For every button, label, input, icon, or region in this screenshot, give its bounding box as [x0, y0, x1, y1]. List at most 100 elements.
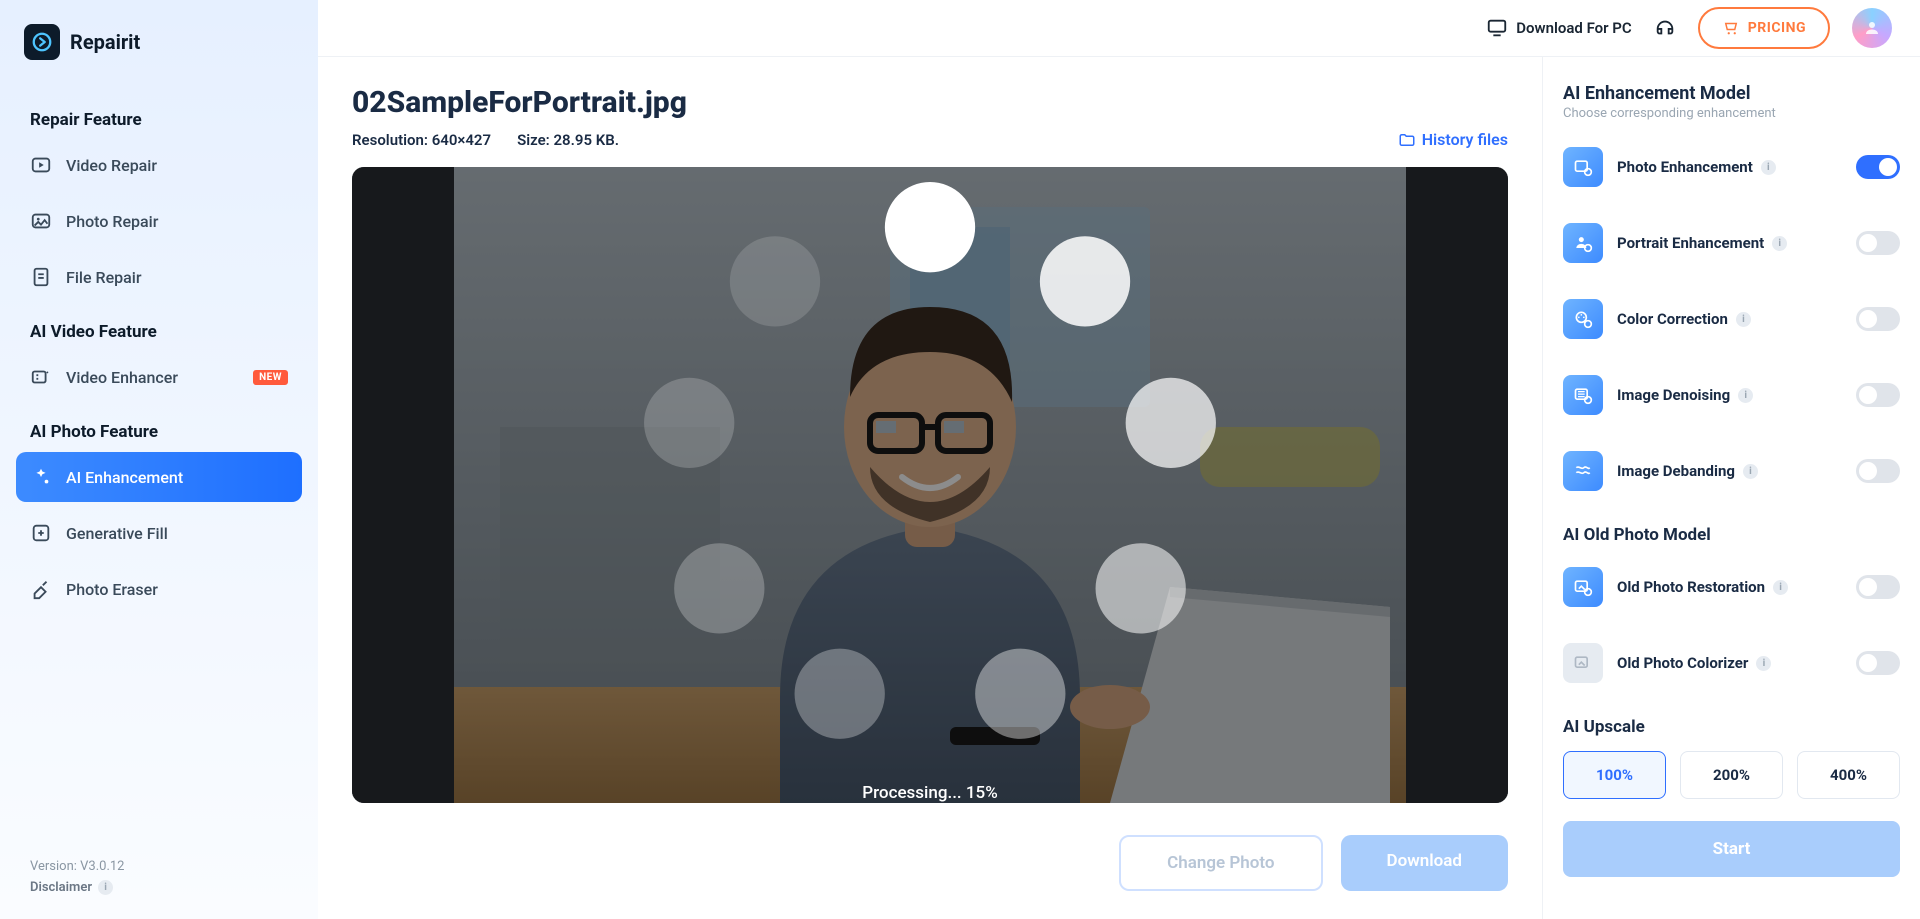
upscale-400-button[interactable]: 400% — [1797, 751, 1900, 799]
section-repair-feature: Repair Feature — [16, 110, 302, 130]
app-logo[interactable]: Repairit — [16, 24, 302, 60]
model-label: Old Photo Restorationi — [1617, 578, 1788, 596]
info-icon[interactable]: i — [1743, 464, 1758, 479]
info-icon[interactable]: i — [1761, 160, 1776, 175]
nav-label: AI Enhancement — [66, 468, 183, 487]
nav-photo-repair[interactable]: Photo Repair — [16, 196, 302, 246]
nav-label: Photo Repair — [66, 212, 158, 231]
folder-icon — [1398, 131, 1416, 149]
pricing-button[interactable]: PRICING — [1698, 7, 1830, 49]
version-text: Version: V3.0.12 — [30, 859, 288, 874]
upscale-200-button[interactable]: 200% — [1680, 751, 1783, 799]
image-debanding-icon — [1563, 451, 1603, 491]
model-label: Photo Enhancementi — [1617, 158, 1776, 176]
start-button[interactable]: Start — [1563, 821, 1900, 877]
toggle-color-correction[interactable] — [1856, 307, 1900, 331]
model-label: Portrait Enhancementi — [1617, 234, 1787, 252]
toggle-image-denoising[interactable] — [1856, 383, 1900, 407]
nav-label: Photo Eraser — [66, 580, 158, 599]
nav-generative-fill[interactable]: Generative Fill — [16, 508, 302, 558]
monitor-icon — [1486, 17, 1508, 39]
new-badge: NEW — [253, 370, 288, 385]
model-label: Image Denoisingi — [1617, 386, 1753, 404]
support-button[interactable] — [1654, 17, 1676, 39]
pricing-label: PRICING — [1748, 20, 1806, 36]
loading-spinner-icon — [352, 167, 1508, 769]
cart-icon — [1722, 19, 1740, 37]
photo-enhancement-icon — [1563, 147, 1603, 187]
video-repair-icon — [30, 154, 52, 176]
panel-heading-upscale: AI Upscale — [1563, 717, 1900, 737]
nav-label: Video Enhancer — [66, 368, 178, 387]
panel-heading-enhancement: AI Enhancement Model — [1563, 83, 1900, 104]
photo-repair-icon — [30, 210, 52, 232]
panel-subheading: Choose corresponding enhancement — [1563, 106, 1900, 121]
logo-text: Repairit — [70, 30, 140, 54]
model-old-photo-restoration: Old Photo Restorationi — [1563, 549, 1900, 625]
info-icon[interactable]: i — [1756, 656, 1771, 671]
toggle-portrait-enhancement[interactable] — [1856, 231, 1900, 255]
image-preview: Processing... 15% — [352, 167, 1508, 803]
info-icon[interactable]: i — [1773, 580, 1788, 595]
upscale-options: 100% 200% 400% — [1563, 751, 1900, 799]
image-denoising-icon — [1563, 375, 1603, 415]
nav-label: Video Repair — [66, 156, 157, 175]
headset-icon — [1654, 17, 1676, 39]
upscale-100-button[interactable]: 100% — [1563, 751, 1666, 799]
photo-eraser-icon — [30, 578, 52, 600]
size-text: Size: 28.95 KB. — [517, 131, 619, 149]
panel-heading-old-photo: AI Old Photo Model — [1563, 525, 1900, 545]
nav-video-repair[interactable]: Video Repair — [16, 140, 302, 190]
nav-label: File Repair — [66, 268, 142, 287]
nav-photo-eraser[interactable]: Photo Eraser — [16, 564, 302, 614]
color-correction-icon — [1563, 299, 1603, 339]
model-color-correction: Color Correctioni — [1563, 281, 1900, 357]
change-photo-button[interactable]: Change Photo — [1119, 835, 1322, 891]
model-label: Color Correctioni — [1617, 310, 1751, 328]
processing-overlay: Processing... 15% — [352, 167, 1508, 803]
action-buttons: Change Photo Download — [352, 835, 1508, 891]
model-portrait-enhancement: Portrait Enhancementi — [1563, 205, 1900, 281]
history-files-link[interactable]: History files — [1398, 130, 1508, 149]
nav-file-repair[interactable]: File Repair — [16, 252, 302, 302]
model-image-denoising: Image Denoisingi — [1563, 357, 1900, 433]
model-label: Image Debandingi — [1617, 462, 1758, 480]
download-for-pc-button[interactable]: Download For PC — [1486, 17, 1631, 39]
nav-video-enhancer[interactable]: Video Enhancer NEW — [16, 352, 302, 402]
generative-fill-icon — [30, 522, 52, 544]
toggle-image-debanding[interactable] — [1856, 459, 1900, 483]
toggle-old-photo-colorizer[interactable] — [1856, 651, 1900, 675]
disclaimer-link[interactable]: Disclaimer i — [30, 880, 288, 895]
info-icon[interactable]: i — [1772, 236, 1787, 251]
file-title: 02SampleForPortrait.jpg — [352, 85, 1508, 120]
video-enhancer-icon — [30, 366, 52, 388]
processing-text: Processing... 15% — [862, 783, 997, 803]
topbar: Download For PC PRICING — [318, 0, 1920, 57]
old-photo-restoration-icon — [1563, 567, 1603, 607]
nav-label: Generative Fill — [66, 524, 168, 543]
model-old-photo-colorizer: Old Photo Colorizeri — [1563, 625, 1900, 701]
section-ai-video: AI Video Feature — [16, 322, 302, 342]
main: Download For PC PRICING 02SampleForPortr… — [318, 0, 1920, 919]
user-avatar[interactable] — [1852, 8, 1892, 48]
nav-ai-enhancement[interactable]: AI Enhancement — [16, 452, 302, 502]
download-button[interactable]: Download — [1341, 835, 1508, 891]
ai-enhancement-icon — [30, 466, 52, 488]
sidebar: Repairit Repair Feature Video Repair Pho… — [0, 0, 318, 919]
model-photo-enhancement: Photo Enhancementi — [1563, 129, 1900, 205]
right-panel: AI Enhancement Model Choose correspondin… — [1542, 57, 1920, 919]
content: 02SampleForPortrait.jpg Resolution: 640×… — [318, 57, 1920, 919]
toggle-photo-enhancement[interactable] — [1856, 155, 1900, 179]
sidebar-footer: Version: V3.0.12 Disclaimer i — [16, 859, 302, 895]
meta-row: Resolution: 640×427 Size: 28.95 KB. Hist… — [352, 130, 1508, 149]
old-photo-colorizer-icon — [1563, 643, 1603, 683]
file-repair-icon — [30, 266, 52, 288]
toggle-old-photo-restoration[interactable] — [1856, 575, 1900, 599]
info-icon[interactable]: i — [1736, 312, 1751, 327]
user-icon — [1863, 19, 1881, 37]
section-ai-photo: AI Photo Feature — [16, 422, 302, 442]
download-label: Download For PC — [1516, 19, 1631, 37]
info-icon[interactable]: i — [1738, 388, 1753, 403]
model-image-debanding: Image Debandingi — [1563, 433, 1900, 509]
logo-icon — [24, 24, 60, 60]
